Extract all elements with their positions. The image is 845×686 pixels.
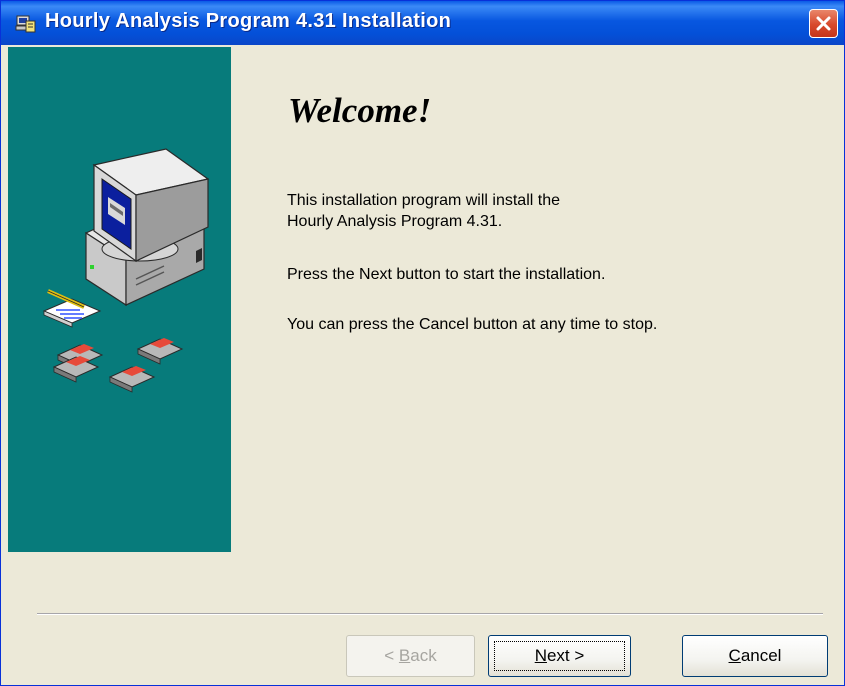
back-button-prefix: < (384, 646, 399, 665)
button-separator (37, 613, 823, 615)
title-bar[interactable]: Hourly Analysis Program 4.31 Installatio… (1, 1, 844, 45)
intro-line-2: Hourly Analysis Program 4.31. (287, 213, 503, 230)
cancel-button-label: ancel (740, 646, 782, 665)
next-button[interactable]: Next > (488, 635, 631, 677)
side-panel (8, 47, 231, 552)
welcome-heading: Welcome! (288, 91, 432, 130)
focus-indicator (494, 641, 625, 671)
close-icon (816, 16, 831, 31)
cancel-button-accelerator: C (728, 646, 741, 665)
next-instruction-text: Press the Next button to start the insta… (287, 266, 606, 283)
installer-window: Hourly Analysis Program 4.31 Installatio… (0, 0, 845, 686)
intro-line-1: This installation program will install t… (287, 192, 560, 209)
close-button[interactable] (809, 9, 838, 38)
back-button-accelerator: B (398, 646, 411, 665)
cancel-button[interactable]: Cancel (682, 635, 828, 677)
back-button[interactable]: < Back (346, 635, 475, 677)
window-title: Hourly Analysis Program 4.31 Installatio… (45, 10, 452, 32)
cancel-instruction-text: You can press the Cancel button at any t… (287, 316, 658, 333)
computer-and-floppy-disks-illustration (42, 148, 210, 393)
installer-icon (15, 13, 37, 35)
back-button-label: ack (410, 646, 437, 665)
